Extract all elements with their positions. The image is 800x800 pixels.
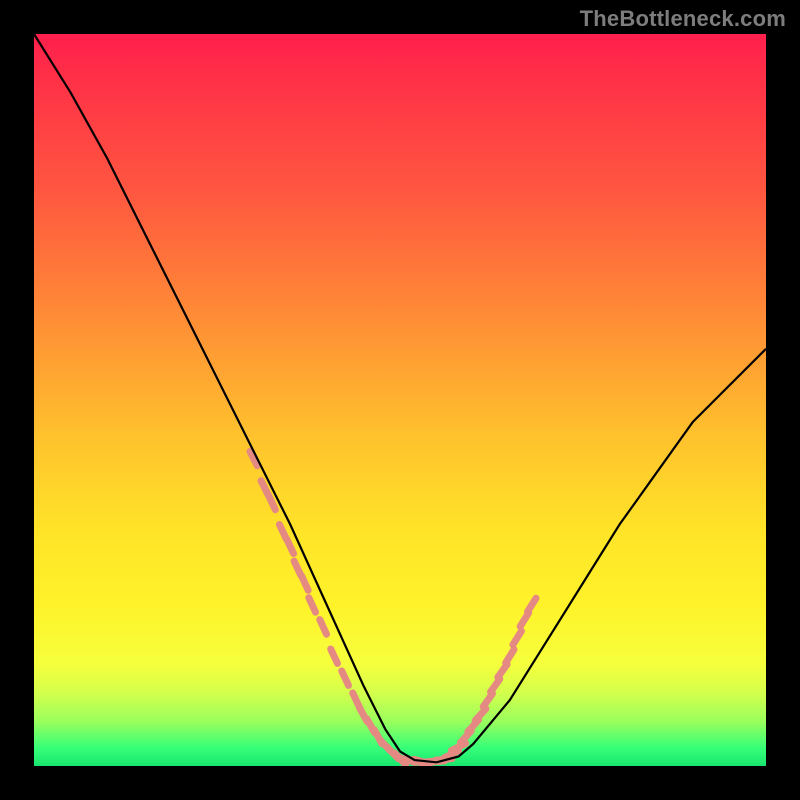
- marker-dash: [320, 620, 327, 635]
- marker-dash: [528, 598, 537, 612]
- marker-dash: [287, 539, 294, 553]
- marker-dash: [331, 649, 338, 663]
- plot-area: [34, 34, 766, 766]
- marker-dash: [513, 631, 522, 645]
- curve-svg: [34, 34, 766, 766]
- marker-dash: [475, 709, 486, 721]
- watermark-label: TheBottleneck.com: [580, 6, 786, 32]
- marker-dash: [269, 495, 276, 509]
- marker-dash: [342, 671, 349, 686]
- marker-dash: [302, 576, 309, 591]
- chart-frame: TheBottleneck.com: [0, 0, 800, 800]
- marker-dash: [309, 598, 316, 613]
- marker-dash: [483, 694, 492, 707]
- overlay-markers: [250, 451, 536, 764]
- marker-dash: [491, 679, 500, 692]
- marker-dash: [506, 649, 514, 663]
- bottleneck-curve: [34, 34, 766, 762]
